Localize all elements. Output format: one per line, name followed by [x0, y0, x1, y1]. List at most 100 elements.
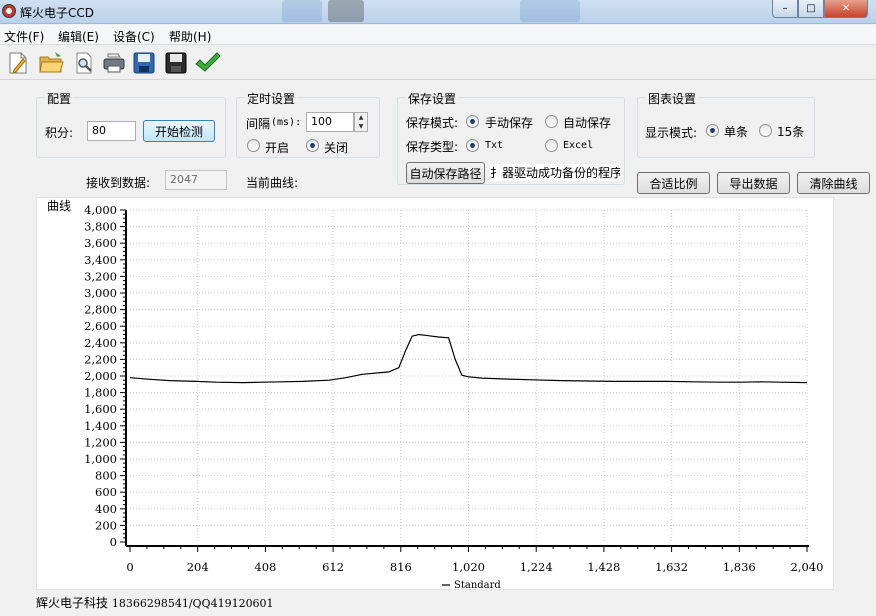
- fit-scale-button[interactable]: 合适比例: [637, 172, 710, 194]
- start-detect-button[interactable]: 开始检测: [143, 120, 215, 142]
- manual-save-radio[interactable]: [466, 115, 479, 128]
- y-tick-label: 1,400: [84, 419, 117, 433]
- y-tick-label: 200: [95, 518, 117, 532]
- menu-edit[interactable]: 编辑(E): [58, 28, 99, 45]
- company-name: 辉火电子科技: [36, 596, 109, 610]
- txt-radio[interactable]: [466, 139, 479, 152]
- toolbar: [0, 46, 876, 80]
- confirm-button[interactable]: [193, 49, 221, 77]
- open-button[interactable]: [38, 49, 66, 77]
- x-tick-label: 408: [254, 560, 276, 574]
- new-button[interactable]: [4, 49, 32, 77]
- y-tick-label: 2,600: [84, 319, 117, 333]
- chart-title: 曲线: [47, 199, 71, 213]
- x-tick-label: 612: [322, 560, 344, 574]
- y-tick-label: 3,200: [84, 269, 117, 283]
- save-type-label: 保存类型:: [406, 140, 459, 154]
- y-tick-label: 600: [95, 485, 117, 499]
- preview-button[interactable]: [70, 49, 98, 77]
- menu-help[interactable]: 帮助(H): [169, 28, 211, 45]
- clear-curve-button[interactable]: 清除曲线: [797, 172, 870, 194]
- excel-label: Excel: [563, 140, 594, 151]
- single-curve-radio[interactable]: [706, 124, 719, 137]
- timer-on-radio[interactable]: [247, 139, 260, 152]
- contact-info: 18366298541/QQ419120601: [111, 597, 274, 610]
- fifteen-curves-radio[interactable]: [759, 124, 772, 137]
- txt-label: Txt: [485, 140, 504, 151]
- background-blur: [328, 0, 364, 22]
- save-mode-label: 保存模式:: [406, 116, 459, 130]
- x-tick-label: 1,224: [520, 560, 553, 574]
- title-bar: 辉火电子CCD – □ ✕: [0, 0, 876, 24]
- x-tick-label: 2,040: [791, 560, 824, 574]
- integral-input[interactable]: 80: [87, 121, 136, 141]
- spin-up-icon[interactable]: ▲: [355, 113, 367, 122]
- timer-off-radio[interactable]: [306, 139, 319, 152]
- x-tick-label: 1,632: [655, 560, 688, 574]
- single-curve-label: 单条: [724, 125, 749, 139]
- y-tick-label: 4,000: [84, 203, 117, 217]
- background-blur: [520, 0, 580, 22]
- menu-bar: 文件(F) 编辑(E) 设备(C) 帮助(H): [0, 25, 876, 45]
- new-file-icon: [9, 52, 27, 74]
- interval-unit: (ms):: [271, 117, 302, 128]
- menu-file[interactable]: 文件(F): [4, 28, 44, 45]
- timer-group-title: 定时设置: [245, 90, 298, 107]
- print-button[interactable]: [100, 49, 128, 77]
- save-as-button[interactable]: [162, 49, 190, 77]
- print-preview-icon: [76, 52, 92, 74]
- y-tick-label: 2,000: [84, 369, 117, 383]
- auto-save-path-button[interactable]: 自动保存路径: [406, 162, 485, 184]
- close-button[interactable]: ✕: [824, 0, 868, 18]
- excel-radio[interactable]: [545, 139, 558, 152]
- y-tick-label: 2,800: [84, 303, 117, 317]
- x-tick-label: 0: [126, 560, 133, 574]
- auto-save-radio[interactable]: [545, 115, 558, 128]
- y-tick-label: 3,000: [84, 286, 117, 300]
- y-tick-label: 0: [110, 535, 117, 549]
- save-icon: [133, 52, 155, 74]
- window-title: 辉火电子CCD: [20, 6, 94, 20]
- timer-on-label: 开启: [265, 141, 290, 155]
- received-data-field: 2047: [165, 170, 227, 190]
- display-mode-label: 显示模式:: [645, 126, 698, 140]
- export-data-button[interactable]: 导出数据: [717, 172, 790, 194]
- line-chart[interactable]: 0 200 400 600 800 1,000 1,200 1,400 1,600 1,800 2,…: [37, 198, 835, 591]
- save-as-icon: [165, 52, 187, 74]
- y-tick-label: 1,600: [84, 402, 117, 416]
- manual-save-label: 手动保存: [485, 116, 534, 130]
- legend-label: Standard: [454, 580, 501, 591]
- auto-save-label: 自动保存: [563, 116, 612, 130]
- maximize-button[interactable]: □: [798, 0, 824, 18]
- y-tick-label: 1,200: [84, 435, 117, 449]
- x-tick-label: 204: [187, 560, 209, 574]
- maximize-icon: □: [806, 3, 816, 14]
- x-tick-label: 1,020: [452, 560, 485, 574]
- received-data-label: 接收到数据:: [86, 176, 151, 190]
- menu-device[interactable]: 设备(C): [113, 28, 155, 45]
- chart-panel: 0 200 400 600 800 1,000 1,200 1,400 1,600 1,800 2,…: [36, 197, 835, 591]
- spin-down-icon[interactable]: ▼: [355, 122, 367, 131]
- chart-settings-title: 图表设置: [646, 90, 699, 107]
- y-tick-label: 2,200: [84, 352, 117, 366]
- app-logo-icon: [2, 4, 16, 18]
- printer-icon: [103, 53, 125, 73]
- x-tick-label: 1,836: [723, 560, 756, 574]
- timer-off-label: 关闭: [324, 141, 349, 155]
- y-tick-label: 1,800: [84, 386, 117, 400]
- interval-stepper[interactable]: ▲ ▼: [354, 112, 368, 132]
- check-icon: [195, 52, 220, 72]
- save-path-field[interactable]: 扌器驱动成功备份的程序: [490, 164, 620, 181]
- y-tick-label: 800: [95, 469, 117, 483]
- y-tick-label: 2,400: [84, 336, 117, 350]
- minimize-button[interactable]: –: [772, 0, 798, 18]
- minimize-icon: –: [782, 3, 788, 14]
- current-curve-label: 当前曲线:: [246, 176, 299, 190]
- x-tick-label: 816: [390, 560, 412, 574]
- status-bar: 辉火电子科技 18366298541/QQ419120601: [36, 594, 274, 611]
- y-tick-label: 3,800: [84, 220, 117, 234]
- interval-input[interactable]: 100: [306, 112, 354, 132]
- y-tick-label: 1,000: [84, 452, 117, 466]
- save-button[interactable]: [130, 49, 158, 77]
- integral-label: 积分:: [45, 126, 74, 140]
